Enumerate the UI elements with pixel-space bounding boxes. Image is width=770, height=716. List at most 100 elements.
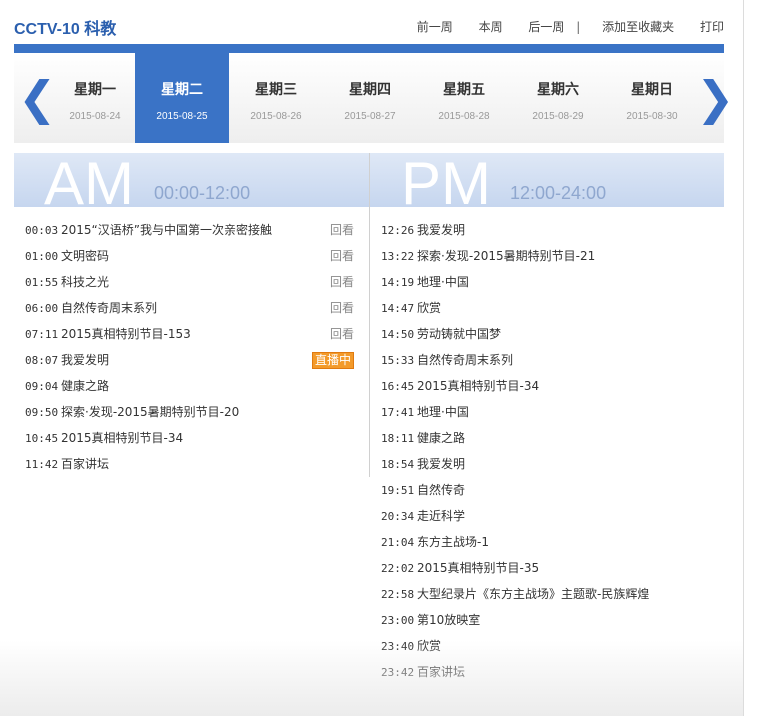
program-title[interactable]: 2015真相特别节目-35	[417, 555, 539, 581]
program-title[interactable]: 欣赏	[417, 295, 441, 321]
program-row[interactable]: 01:55 科技之光 回看	[14, 269, 354, 295]
program-row[interactable]: 16:45 2015真相特别节目-34	[370, 373, 710, 399]
day-name: 星期日	[631, 82, 673, 98]
replay-link[interactable]: 回看	[330, 295, 354, 321]
program-time: 00:03	[25, 224, 59, 237]
program-title[interactable]: 东方主战场-1	[417, 529, 489, 555]
day-date: 2015-08-25	[156, 111, 208, 122]
program-title[interactable]: 百家讲坛	[61, 451, 109, 477]
program-row[interactable]: 23:00 第10放映室	[370, 607, 710, 633]
program-title[interactable]: 走近科学	[417, 503, 465, 529]
program-row[interactable]: 21:04 东方主战场-1	[370, 529, 710, 555]
header-accent-bar	[14, 44, 724, 53]
pm-time-range: 12:00-24:00	[510, 183, 607, 203]
replay-link[interactable]: 回看	[330, 217, 354, 243]
program-row[interactable]: 00:03 2015“汉语桥”我与中国第一次亲密接触 回看	[14, 217, 354, 243]
program-row[interactable]: 14:50 劳动铸就中国梦	[370, 321, 710, 347]
program-title[interactable]: 科技之光	[61, 269, 109, 295]
this-week-link[interactable]: 本周	[479, 18, 503, 35]
program-row[interactable]: 15:33 自然传奇周末系列	[370, 347, 710, 373]
replay-link[interactable]: 回看	[330, 321, 354, 347]
program-title[interactable]: 2015真相特别节目-34	[417, 373, 539, 399]
program-row[interactable]: 17:41 地理·中国	[370, 399, 710, 425]
program-row[interactable]: 18:11 健康之路	[370, 425, 710, 451]
program-title[interactable]: 探索·发现-2015暑期特别节目-20	[61, 399, 239, 425]
program-title[interactable]: 我爱发明	[61, 347, 109, 373]
day-tab-wed[interactable]: 星期三 2015-08-26	[229, 53, 323, 143]
program-row[interactable]: 12:26 我爱发明	[370, 217, 710, 243]
program-row[interactable]: 19:51 自然传奇	[370, 477, 710, 503]
program-time: 20:34	[381, 510, 415, 523]
program-title[interactable]: 自然传奇周末系列	[417, 347, 513, 373]
program-time: 15:33	[381, 354, 415, 367]
program-title[interactable]: 大型纪录片《东方主战场》主题歌-民族辉煌	[417, 581, 649, 607]
program-title[interactable]: 2015真相特别节目-34	[61, 425, 183, 451]
program-title[interactable]: 地理·中国	[417, 399, 469, 425]
program-time: 22:58	[381, 588, 415, 601]
program-title[interactable]: 健康之路	[61, 373, 109, 399]
day-name: 星期一	[74, 82, 116, 98]
program-time: 07:11	[25, 328, 59, 341]
header: CCTV-10 科教 前一周 本周 后一周 | 添加至收藏夹 打印	[14, 0, 724, 44]
chevron-right-icon[interactable]: ❯	[696, 75, 735, 121]
program-title[interactable]: 健康之路	[417, 425, 465, 451]
day-tab-sat[interactable]: 星期六 2015-08-29	[511, 53, 605, 143]
replay-link[interactable]: 回看	[330, 269, 354, 295]
program-row[interactable]: 14:47 欣赏	[370, 295, 710, 321]
program-row[interactable]: 18:54 我爱发明	[370, 451, 710, 477]
day-name: 星期五	[443, 82, 485, 98]
program-row[interactable]: 07:11 2015真相特别节目-153 回看	[14, 321, 354, 347]
day-tab-thu[interactable]: 星期四 2015-08-27	[323, 53, 417, 143]
program-time: 14:47	[381, 302, 415, 315]
program-row[interactable]: 01:00 文明密码 回看	[14, 243, 354, 269]
program-title[interactable]: 第10放映室	[417, 607, 480, 633]
day-date: 2015-08-27	[344, 111, 396, 122]
day-selector: ❮ 星期一 2015-08-24 星期二 2015-08-25 星期三 2015…	[14, 53, 735, 143]
program-time: 14:19	[381, 276, 415, 289]
program-title[interactable]: 探索·发现-2015暑期特别节目-21	[417, 243, 595, 269]
program-time: 17:41	[381, 406, 415, 419]
program-title[interactable]: 我爱发明	[417, 451, 465, 477]
program-title[interactable]: 2015“汉语桥”我与中国第一次亲密接触	[61, 217, 272, 243]
program-time: 12:26	[381, 224, 415, 237]
live-badge[interactable]: 直播中	[311, 352, 354, 369]
program-title[interactable]: 自然传奇周末系列	[61, 295, 157, 321]
program-row[interactable]: 11:42 百家讲坛	[14, 451, 354, 477]
program-row[interactable]: 20:34 走近科学	[370, 503, 710, 529]
program-row[interactable]: 22:02 2015真相特别节目-35	[370, 555, 710, 581]
day-tab-tue[interactable]: 星期二 2015-08-25	[135, 53, 229, 143]
day-date: 2015-08-29	[532, 111, 584, 122]
program-row[interactable]: 09:04 健康之路	[14, 373, 354, 399]
program-time: 09:04	[25, 380, 59, 393]
program-row[interactable]: 22:58 大型纪录片《东方主战场》主题歌-民族辉煌	[370, 581, 710, 607]
program-title[interactable]: 我爱发明	[417, 217, 465, 243]
program-title[interactable]: 地理·中国	[417, 269, 469, 295]
program-row[interactable]: 06:00 自然传奇周末系列 回看	[14, 295, 354, 321]
prev-week-link[interactable]: 前一周	[417, 18, 453, 35]
program-row[interactable]: 09:50 探索·发现-2015暑期特别节目-20	[14, 399, 354, 425]
program-title[interactable]: 自然传奇	[417, 477, 465, 503]
replay-link[interactable]: 回看	[330, 243, 354, 269]
program-row[interactable]: 08:07 我爱发明 直播中	[14, 347, 354, 373]
program-time: 08:07	[25, 354, 59, 367]
program-row[interactable]: 14:19 地理·中国	[370, 269, 710, 295]
program-time: 21:04	[381, 536, 415, 549]
program-title[interactable]: 文明密码	[61, 243, 109, 269]
program-time: 16:45	[381, 380, 415, 393]
top-links: 前一周 本周 后一周 | 添加至收藏夹 打印	[395, 18, 724, 35]
program-time: 22:02	[381, 562, 415, 575]
am-time-range: 00:00-12:00	[154, 183, 251, 203]
day-tab-fri[interactable]: 星期五 2015-08-28	[417, 53, 511, 143]
next-week-link[interactable]: 后一周	[528, 18, 564, 35]
day-tab-sun[interactable]: 星期日 2015-08-30	[605, 53, 699, 143]
program-title[interactable]: 2015真相特别节目-153	[61, 321, 191, 347]
channel-title: CCTV-10 科教	[14, 21, 117, 38]
program-title[interactable]: 劳动铸就中国梦	[417, 321, 501, 347]
program-row[interactable]: 13:22 探索·发现-2015暑期特别节目-21	[370, 243, 710, 269]
program-row[interactable]: 10:45 2015真相特别节目-34	[14, 425, 354, 451]
print-link[interactable]: 打印	[700, 18, 724, 35]
page-border	[743, 0, 744, 716]
day-tab-mon[interactable]: 星期一 2015-08-24	[48, 53, 142, 143]
program-time: 01:00	[25, 250, 59, 263]
add-favorite-link[interactable]: 添加至收藏夹	[602, 18, 674, 35]
